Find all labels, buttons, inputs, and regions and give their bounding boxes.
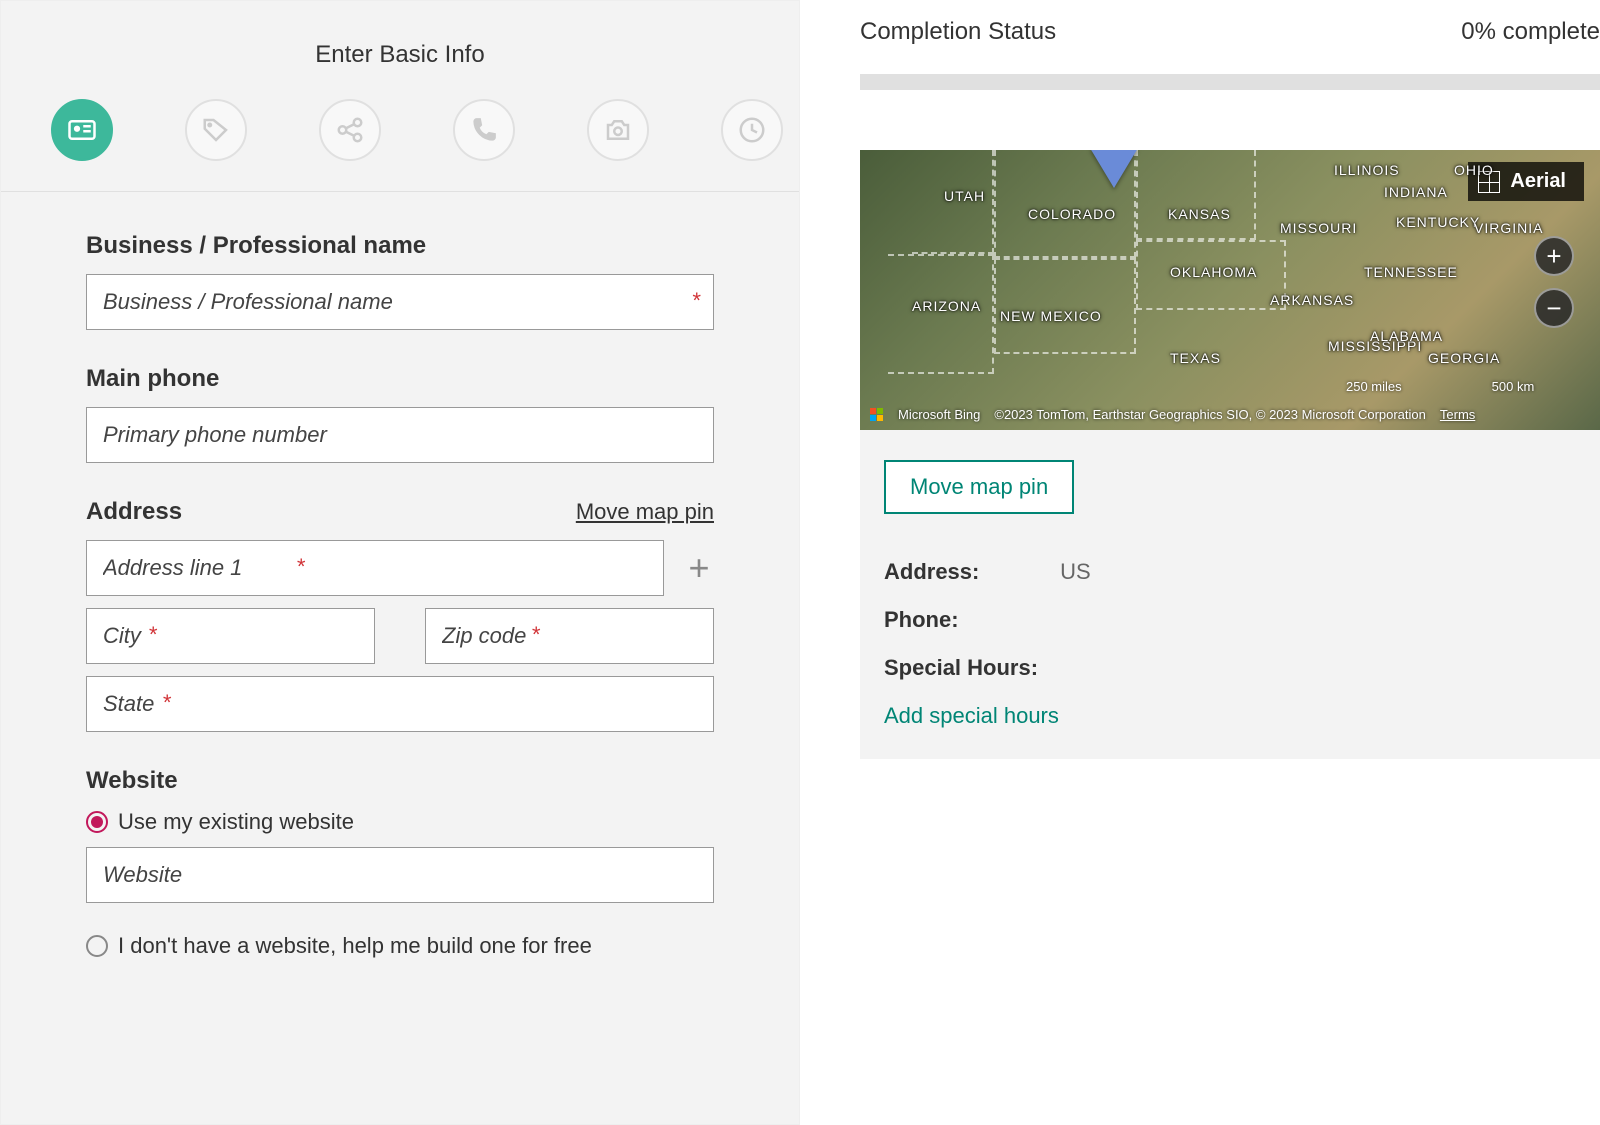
map-region-label: OHIO	[1454, 162, 1494, 178]
business-name-group: Business / Professional name *	[86, 232, 714, 330]
map-region-label: GEORGIA	[1428, 350, 1500, 366]
main-phone-input[interactable]	[86, 407, 714, 463]
radio-icon	[86, 935, 108, 957]
add-address-line-button[interactable]: +	[684, 550, 714, 586]
form-panel: Enter Basic Info Business / Profe	[0, 0, 800, 1125]
map-section: Aerial + − UTAH COLORADO KANSAS NEW MEXICO O…	[860, 150, 1600, 759]
map-region-label: NEW MEXICO	[1000, 308, 1102, 324]
summary-address-label: Address:	[884, 559, 1054, 585]
map-scale: 250 miles 500 km	[1346, 379, 1534, 394]
website-label: Website	[86, 767, 714, 795]
required-marker: *	[531, 622, 540, 648]
map-region-label: OKLAHOMA	[1170, 264, 1257, 280]
move-map-pin-button[interactable]: Move map pin	[884, 460, 1074, 514]
map-region-label: COLORADO	[1028, 206, 1116, 222]
microsoft-logo-icon	[870, 408, 884, 422]
map-region-label: INDIANA	[1384, 184, 1448, 200]
address-label: Address	[86, 498, 182, 526]
tag-icon	[201, 115, 231, 145]
map-scale-miles: 250 miles	[1346, 379, 1402, 394]
main-phone-label: Main phone	[86, 365, 714, 393]
city-input[interactable]	[86, 608, 375, 664]
map-region-label: TEXAS	[1170, 350, 1221, 366]
website-group: Website Use my existing website I don't …	[86, 767, 714, 959]
step-nav	[1, 99, 799, 161]
map-view-label: Aerial	[1510, 170, 1566, 193]
radio-icon	[86, 811, 108, 833]
business-name-label: Business / Professional name	[86, 232, 714, 260]
summary-special-hours-row: Special Hours:	[884, 655, 1600, 681]
step-photos[interactable]	[587, 99, 649, 161]
form-body: Business / Professional name * Main phon…	[1, 192, 799, 1034]
header: Enter Basic Info	[1, 1, 799, 192]
map-region-label: UTAH	[944, 188, 985, 204]
add-special-hours-link[interactable]: Add special hours	[884, 703, 1600, 729]
map-canvas[interactable]: Aerial + − UTAH COLORADO KANSAS NEW MEXICO O…	[860, 150, 1600, 430]
no-website-radio[interactable]: I don't have a website, help me build on…	[86, 933, 714, 959]
step-phone[interactable]	[453, 99, 515, 161]
preview-panel: Completion Status 0% complete Aerial + −…	[860, 0, 1600, 1125]
map-region-label: KANSAS	[1168, 206, 1231, 222]
map-pin-icon	[1090, 150, 1138, 188]
required-marker: *	[691, 288, 700, 314]
map-zoom-out-button[interactable]: −	[1534, 288, 1574, 328]
website-input[interactable]	[86, 847, 714, 903]
map-copyright: ©2023 TomTom, Earthstar Geographics SIO,…	[994, 407, 1426, 422]
use-existing-website-radio[interactable]: Use my existing website	[86, 809, 714, 835]
step-share[interactable]	[319, 99, 381, 161]
summary-phone-label: Phone:	[884, 607, 1054, 633]
card-icon	[67, 115, 97, 145]
summary-phone-row: Phone:	[884, 607, 1600, 633]
completion-value: 0% complete	[1461, 18, 1600, 46]
map-scale-km: 500 km	[1492, 379, 1535, 394]
no-website-label: I don't have a website, help me build on…	[118, 933, 592, 959]
step-category[interactable]	[185, 99, 247, 161]
summary-address-value: US	[1060, 559, 1091, 584]
map-region-label: ARIZONA	[912, 298, 981, 314]
address-group: Address Move map pin * + * *	[86, 498, 714, 732]
clock-icon	[737, 115, 767, 145]
completion-progress-bar	[860, 74, 1600, 90]
required-marker: *	[148, 622, 157, 648]
share-icon	[335, 115, 365, 145]
map-region-label: MISSOURI	[1280, 220, 1357, 236]
map-region-label: ALABAMA	[1370, 328, 1443, 344]
state-input[interactable]	[86, 676, 714, 732]
step-basic-info[interactable]	[51, 99, 113, 161]
step-hours[interactable]	[721, 99, 783, 161]
map-region-label: KENTUCKY	[1396, 214, 1480, 230]
zip-input[interactable]	[425, 608, 714, 664]
use-existing-label: Use my existing website	[118, 809, 354, 835]
required-marker: *	[162, 690, 171, 716]
camera-icon	[603, 115, 633, 145]
main-phone-group: Main phone	[86, 365, 714, 463]
summary-address-row: Address: US	[884, 559, 1600, 585]
map-region-label: TENNESSEE	[1364, 264, 1458, 280]
summary-special-hours-label: Special Hours:	[884, 655, 1054, 681]
map-attribution: Microsoft Bing ©2023 TomTom, Earthstar G…	[870, 407, 1475, 422]
required-marker: *	[296, 554, 306, 580]
map-region-label: ILLINOIS	[1334, 162, 1400, 178]
move-pin-link[interactable]: Move map pin	[576, 499, 714, 525]
map-brand: Microsoft Bing	[898, 407, 980, 422]
completion-row: Completion Status 0% complete	[860, 18, 1600, 46]
map-terms-link[interactable]: Terms	[1440, 407, 1475, 422]
map-zoom-in-button[interactable]: +	[1534, 236, 1574, 276]
completion-label: Completion Status	[860, 18, 1056, 46]
phone-icon	[469, 115, 499, 145]
page-title: Enter Basic Info	[1, 41, 799, 69]
address-line1-input[interactable]	[86, 540, 664, 596]
map-region-label: VIRGINIA	[1474, 220, 1543, 236]
business-name-input[interactable]	[86, 274, 714, 330]
map-region-label: ARKANSAS	[1270, 292, 1354, 308]
